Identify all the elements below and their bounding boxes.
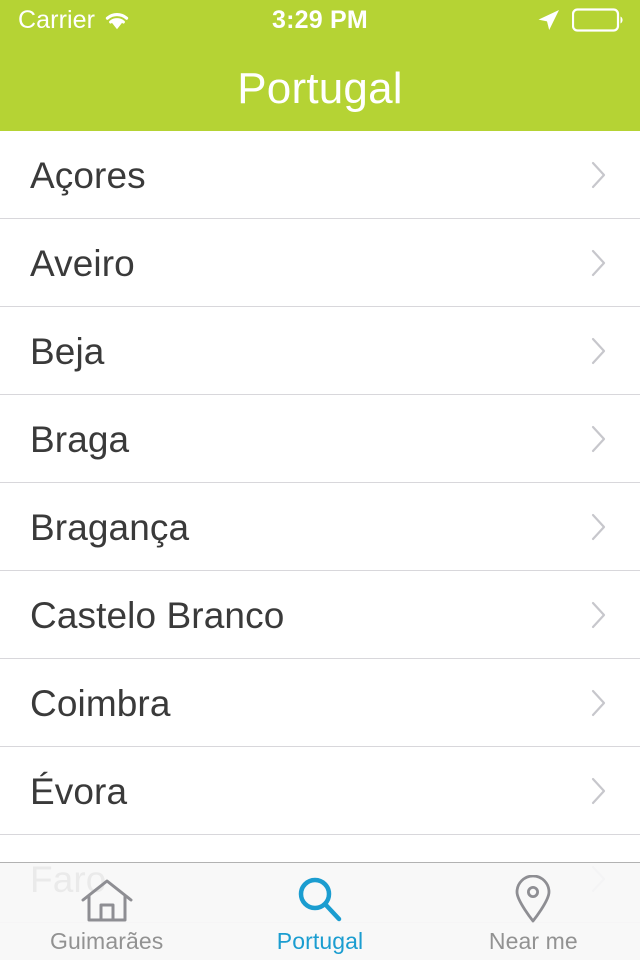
tab-label: Guimarães (49, 927, 164, 954)
table-row[interactable]: Évora (0, 747, 640, 835)
row-label: Beja (30, 330, 105, 372)
tab-label: Near me (488, 927, 578, 954)
row-label: Évora (30, 770, 128, 812)
table-row[interactable]: Coimbra (0, 659, 640, 747)
page-title: Portugal (237, 64, 403, 113)
chevron-right-icon (586, 595, 612, 635)
app-screen: Portugal Carrier 3:29 PM Açores Aveiro B… (0, 0, 640, 960)
carrier-label: Carrier (18, 5, 96, 34)
chevron-right-icon (586, 155, 612, 195)
district-list[interactable]: Açores Aveiro Beja Braga Bragança Castel… (0, 131, 640, 960)
tab-portugal[interactable]: Portugal (213, 863, 426, 960)
row-label: Coimbra (30, 682, 171, 724)
clock-label: 3:29 PM (272, 5, 368, 34)
chevron-right-icon (586, 331, 612, 371)
tab-guimaraes[interactable]: Guimarães (0, 863, 213, 960)
table-row[interactable]: Braga (0, 395, 640, 483)
row-label: Aveiro (30, 242, 135, 284)
row-label: Bragança (30, 506, 190, 548)
chevron-right-icon (586, 243, 612, 283)
wifi-icon (104, 10, 130, 30)
status-bar-right (429, 7, 640, 33)
status-bar-center: 3:29 PM (211, 5, 429, 34)
row-label: Braga (30, 418, 130, 460)
chevron-right-icon (586, 683, 612, 723)
battery-icon (571, 8, 624, 32)
chevron-right-icon (586, 771, 612, 811)
chevron-right-icon (586, 419, 612, 459)
tab-near-me[interactable]: Near me (427, 863, 640, 960)
table-row[interactable]: Bragança (0, 483, 640, 571)
table-row[interactable]: Açores (0, 131, 640, 219)
search-icon (294, 875, 346, 925)
status-bar-left: Carrier (0, 5, 211, 34)
chevron-right-icon (586, 507, 612, 547)
row-label: Castelo Branco (30, 594, 285, 636)
row-label: Açores (30, 154, 146, 196)
map-pin-icon (510, 874, 556, 925)
tab-label: Portugal (276, 927, 364, 954)
home-icon (79, 875, 135, 925)
tab-bar: Guimarães Portugal Near me (0, 862, 640, 960)
status-bar: Carrier 3:29 PM (0, 0, 640, 40)
table-row[interactable]: Aveiro (0, 219, 640, 307)
table-row[interactable]: Castelo Branco (0, 571, 640, 659)
table-row[interactable]: Beja (0, 307, 640, 395)
location-arrow-icon (535, 7, 561, 33)
